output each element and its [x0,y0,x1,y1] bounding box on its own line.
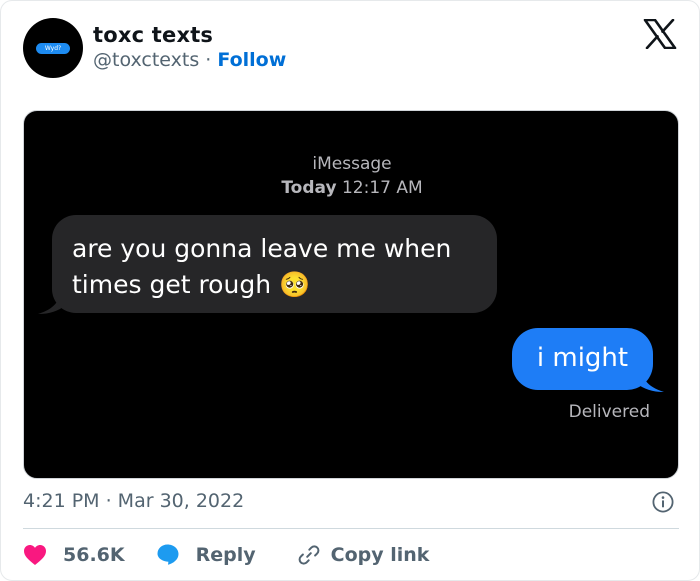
author-meta: @toxctexts · Follow [93,49,286,71]
avatar[interactable]: Wyd? [23,18,83,78]
outgoing-message-bubble: i might [512,328,653,390]
tweet-timestamp[interactable]: 4:21 PM · Mar 30, 2022 [23,490,244,512]
imessage-day: Today [281,178,337,198]
tweet-actions: 56.6K Reply Copy link [23,541,429,569]
follow-button[interactable]: Follow [217,49,286,71]
reply-button[interactable]: Reply [156,543,256,567]
author-name[interactable]: toxc texts [93,23,213,47]
imessage-service-label: iMessage [312,154,392,174]
incoming-message-bubble: are you gonna leave me when times get ro… [52,215,497,313]
imessage-time: 12:17 AM [341,178,423,198]
divider [23,528,679,529]
outgoing-message-text: i might [536,343,629,373]
imessage-timestamp: Today 12:17 AM [24,178,678,198]
copy-link-label: Copy link [330,544,430,566]
heart-icon [24,545,46,565]
like-button[interactable]: 56.6K [23,544,125,566]
tweet-media-image[interactable]: iMessage Today 12:17 AM are you gonna le… [23,110,679,479]
author-handle[interactable]: @toxctexts [93,49,199,71]
incoming-message-text: are you gonna leave me when times get ro… [72,234,452,299]
reply-bubble-icon [157,544,179,565]
tweet-card: Wyd? toxc texts @toxctexts · Follow iMes… [0,0,700,581]
link-icon [298,545,320,565]
x-logo-icon[interactable] [643,19,677,49]
delivered-status: Delivered [568,402,650,422]
like-count: 56.6K [63,544,125,566]
reply-label: Reply [195,544,256,566]
avatar-bubble: Wyd? [36,43,70,54]
info-icon[interactable] [652,491,674,513]
copy-link-button[interactable]: Copy link [297,543,430,567]
meta-separator: · [205,49,212,71]
